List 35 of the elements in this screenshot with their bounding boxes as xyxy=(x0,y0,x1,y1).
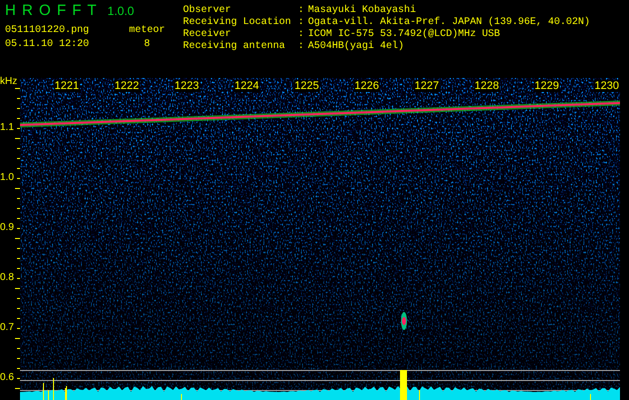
time-label: 1230 xyxy=(594,80,620,92)
info-label: Receiver xyxy=(183,28,232,40)
time-label: 1229 xyxy=(534,80,560,92)
info-label: Receiving antenna xyxy=(183,40,286,52)
meteor-count: 8 xyxy=(143,38,152,52)
info-value: ICOM IC-575 53.7492(@LCD)MHz USB xyxy=(308,28,502,40)
frequency-tick-label: 1.0 xyxy=(0,172,14,184)
app-title: H R O F F T xyxy=(5,1,98,21)
frequency-tick-label: 1.1 xyxy=(0,122,14,134)
time-label: 1224 xyxy=(234,80,260,92)
time-label: 1221 xyxy=(54,80,80,92)
info-label: Observer xyxy=(183,4,232,16)
frequency-tick-label: 0.8 xyxy=(0,272,14,284)
time-label: 1225 xyxy=(294,80,320,92)
info-value: A504HB(yagi 4el) xyxy=(308,40,406,52)
info-separator: : xyxy=(298,16,306,28)
info-separator: : xyxy=(298,28,306,40)
time-label: 1227 xyxy=(414,80,440,92)
frequency-tick-label: 0.6 xyxy=(0,372,14,384)
meteor-label: meteor xyxy=(128,24,166,38)
time-label: 1222 xyxy=(114,80,140,92)
time-label: 1223 xyxy=(174,80,200,92)
version-label: 1.0.0 xyxy=(107,3,134,20)
axis-unit: kHz xyxy=(0,76,18,87)
frequency-tick-label: 0.7 xyxy=(0,322,14,334)
time-label: 1228 xyxy=(474,80,500,92)
info-value: Ogata-vill. Akita-Pref. JAPAN (139.96E, 40.02N) xyxy=(308,16,590,28)
info-separator: : xyxy=(298,40,306,52)
info-label: Receiving Location xyxy=(183,16,292,28)
info-value: Masayuki Kobayashi xyxy=(308,4,418,16)
frequency-tick-label: 0.9 xyxy=(0,222,14,234)
date-time: 05.11.10 12:20 xyxy=(5,38,90,52)
time-label: 1226 xyxy=(354,80,380,92)
info-separator: : xyxy=(298,4,306,16)
file-name: 0511101220.png xyxy=(5,24,90,38)
